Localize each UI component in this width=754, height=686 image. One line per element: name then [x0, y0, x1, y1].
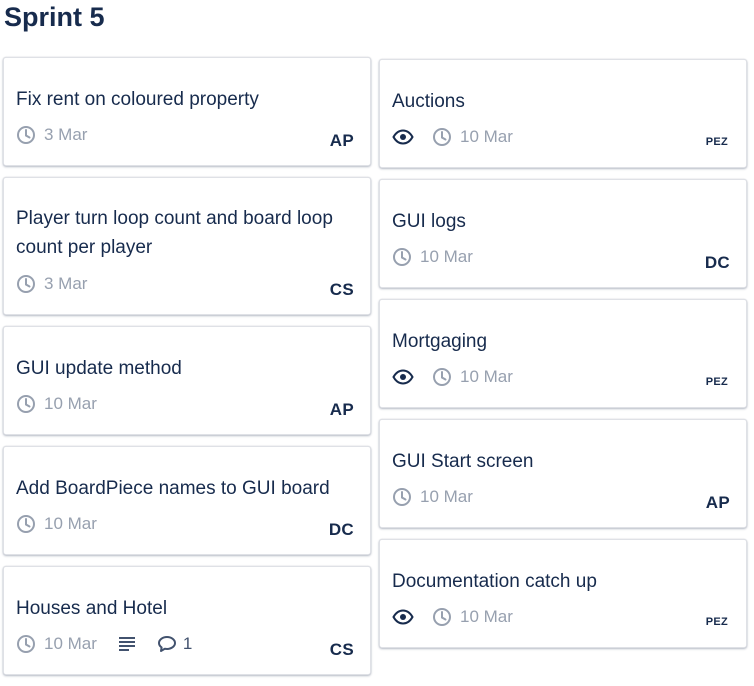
card-auctions[interactable]: Auctions 10 Mar PEZ: [379, 59, 747, 168]
clock-icon: [16, 394, 36, 414]
card-title: Fix rent on coloured property: [16, 89, 259, 110]
due-date: 3 Mar: [44, 274, 88, 293]
card-meta: 10 Mar 1: [16, 634, 192, 654]
eye-icon: [392, 607, 414, 627]
due-date: 10 Mar: [460, 607, 513, 626]
card-meta: 10 Mar: [392, 247, 473, 267]
member-initials[interactable]: CS: [330, 640, 354, 660]
card-title: Documentation catch up: [392, 571, 597, 592]
member-initials[interactable]: PEZ: [706, 616, 728, 628]
due-date: 10 Mar: [420, 487, 473, 506]
card-meta: 10 Mar: [392, 607, 513, 627]
member-initials[interactable]: DC: [329, 520, 354, 540]
card-title: GUI update method: [16, 358, 182, 379]
description-lines-icon: [117, 634, 137, 654]
card-meta: 10 Mar: [392, 127, 513, 147]
card-gui-update-method[interactable]: GUI update method 10 Mar AP: [3, 326, 371, 435]
due-date: 3 Mar: [44, 125, 88, 144]
card-title: Player turn loop count and board loop co…: [16, 208, 333, 258]
member-initials[interactable]: PEZ: [706, 376, 728, 388]
card-title: Add BoardPiece names to GUI board: [16, 478, 330, 499]
member-initials[interactable]: DC: [705, 253, 730, 273]
clock-icon: [16, 274, 36, 294]
clock-icon: [392, 247, 412, 267]
clock-icon: [16, 125, 36, 145]
member-initials[interactable]: CS: [330, 280, 354, 300]
card-meta: 3 Mar: [16, 274, 87, 294]
due-date: 10 Mar: [460, 127, 513, 146]
card-houses-and-hotel[interactable]: Houses and Hotel 10 Mar 1 CS: [3, 566, 371, 675]
card-title: Mortgaging: [392, 331, 488, 352]
card-meta: 10 Mar: [16, 514, 97, 534]
card-column-right: Auctions 10 Mar PEZ GUI logs 10 Mar DC M…: [379, 59, 747, 659]
card-title: Auctions: [392, 91, 465, 112]
clock-icon: [432, 367, 452, 387]
member-initials[interactable]: PEZ: [706, 136, 728, 148]
card-title: GUI logs: [392, 211, 466, 232]
eye-icon: [392, 367, 414, 387]
card-gui-start-screen[interactable]: GUI Start screen 10 Mar AP: [379, 419, 747, 528]
card-title: GUI Start screen: [392, 451, 534, 472]
member-initials[interactable]: AP: [330, 131, 354, 151]
clock-icon: [392, 487, 412, 507]
list-title: Sprint 5: [4, 2, 105, 32]
clock-icon: [432, 127, 452, 147]
card-meta: 10 Mar: [392, 487, 473, 507]
card-meta: 3 Mar: [16, 125, 87, 145]
clock-icon: [432, 607, 452, 627]
due-date: 10 Mar: [44, 394, 97, 413]
card-mortgaging[interactable]: Mortgaging 10 Mar PEZ: [379, 299, 747, 408]
clock-icon: [16, 634, 36, 654]
due-date: 10 Mar: [460, 367, 513, 386]
card-gui-logs[interactable]: GUI logs 10 Mar DC: [379, 179, 747, 288]
card-add-boardpiece-names[interactable]: Add BoardPiece names to GUI board 10 Mar…: [3, 446, 371, 555]
due-date: 10 Mar: [44, 634, 97, 653]
member-initials[interactable]: AP: [330, 400, 354, 420]
card-meta: 10 Mar: [392, 367, 513, 387]
card-fix-rent[interactable]: Fix rent on coloured property 3 Mar AP: [3, 57, 371, 166]
member-initials[interactable]: AP: [706, 493, 730, 513]
comment-bubble-icon: [157, 634, 177, 654]
card-documentation-catch-up[interactable]: Documentation catch up 10 Mar PEZ: [379, 539, 747, 648]
due-date: 10 Mar: [44, 514, 97, 533]
card-player-turn-loop[interactable]: Player turn loop count and board loop co…: [3, 177, 371, 315]
due-date: 10 Mar: [420, 247, 473, 266]
eye-icon: [392, 127, 414, 147]
card-column-left: Fix rent on coloured property 3 Mar AP P…: [3, 57, 371, 686]
clock-icon: [16, 514, 36, 534]
comment-count: 1: [182, 634, 193, 653]
card-meta: 10 Mar: [16, 394, 97, 414]
card-title: Houses and Hotel: [16, 598, 168, 619]
